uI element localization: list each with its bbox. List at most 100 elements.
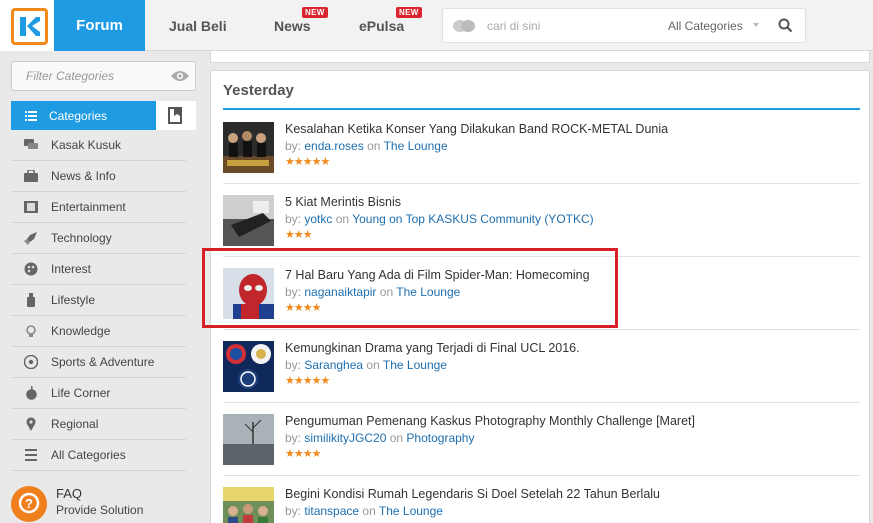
thread-forum-link[interactable]: Photography <box>406 431 474 445</box>
meta-by: by: <box>285 358 302 372</box>
bulb-icon <box>23 324 39 338</box>
thread-meta: by: yotkc on Young on Top KASKUS Communi… <box>285 212 594 226</box>
meta-on: on <box>366 358 380 372</box>
top-navbar: Forum Jual Beli News NEW ePulsa NEW All … <box>0 0 873 51</box>
thread-row[interactable]: Pengumuman Pemenang Kaskus Photography M… <box>223 403 860 476</box>
sidebar-item-label: Life Corner <box>51 386 111 400</box>
search-bar: All Categories <box>442 8 806 43</box>
thread-thumbnail[interactable] <box>223 487 274 523</box>
thread-author-link[interactable]: Saranghea <box>304 358 363 372</box>
sidebar-item-label: Entertainment <box>51 200 126 214</box>
faq-title: FAQ <box>56 486 83 501</box>
sidebar-item-news-info[interactable]: News & Info <box>11 161 186 192</box>
thread-title[interactable]: Kemungkinan Drama yang Terjadi di Final … <box>285 341 580 355</box>
thread-title[interactable]: Begini Kondisi Rumah Legendaris Si Doel … <box>285 487 660 501</box>
search-category-select[interactable]: All Categories <box>668 9 743 42</box>
thread-forum-link[interactable]: The Lounge <box>379 504 443 518</box>
sidebar-item-entertainment[interactable]: Entertainment <box>11 192 186 223</box>
faq-link[interactable]: ? FAQ Provide Solution <box>11 484 201 523</box>
thread-author-link[interactable]: titanspace <box>304 504 359 518</box>
sidebar-item-label: Sports & Adventure <box>51 355 155 369</box>
ball-icon <box>23 355 39 369</box>
thread-meta: by: similikityJGC20 on Photography <box>285 431 474 445</box>
thread-forum-link[interactable]: The Lounge <box>383 358 447 372</box>
meta-on: on <box>389 431 404 445</box>
thread-thumbnail[interactable] <box>223 195 274 246</box>
main-top-strip <box>210 51 870 63</box>
thread-author-link[interactable]: yotkc <box>304 212 332 226</box>
rocket-icon <box>23 231 39 245</box>
logo-icon <box>11 8 48 45</box>
nav-forum[interactable]: Forum <box>54 0 145 51</box>
faq-subtitle: Provide Solution <box>56 503 144 517</box>
thread-title[interactable]: 5 Kiat Merintis Bisnis <box>285 195 401 209</box>
thread-row[interactable]: 5 Kiat Merintis Bisnis by: yotkc on Youn… <box>223 184 860 257</box>
thread-row[interactable]: Kemungkinan Drama yang Terjadi di Final … <box>223 330 860 403</box>
filter-categories-box <box>11 61 196 91</box>
thread-thumbnail[interactable] <box>223 341 274 392</box>
sidebar-item-all-categories[interactable]: All Categories <box>11 440 186 471</box>
sidebar-item-label: Technology <box>51 231 112 245</box>
sidebar-item-interest[interactable]: Interest <box>11 254 186 285</box>
nav-forum-label: Forum <box>76 17 123 34</box>
thread-author-link[interactable]: enda.roses <box>304 139 363 153</box>
sidebar-item-label: All Categories <box>51 448 126 462</box>
list-icon <box>25 110 37 121</box>
sidebar-item-label: Regional <box>51 417 99 431</box>
list-icon <box>23 448 39 462</box>
rating-stars: ★★★★★ <box>285 156 330 168</box>
tab-categories-label: Categories <box>49 108 108 123</box>
sidebar-item-knowledge[interactable]: Knowledge <box>11 316 186 347</box>
sidebar-item-kasak-kusuk[interactable]: Kasak Kusuk <box>11 130 186 161</box>
pin-icon <box>23 417 39 431</box>
rating-stars: ★★★★★ <box>285 375 330 387</box>
thread-forum-link[interactable]: Young on Top KASKUS Community (YOTKC) <box>352 212 593 226</box>
sidebar-item-sports-adventure[interactable]: Sports & Adventure <box>11 347 186 378</box>
bottle-icon <box>23 293 39 307</box>
rating-stars: ★★★ <box>285 229 313 241</box>
sidebar-item-regional[interactable]: Regional <box>11 409 186 440</box>
highlight-box <box>202 248 618 328</box>
thread-title[interactable]: Pengumuman Pemenang Kaskus Photography M… <box>285 414 695 428</box>
sidebar-item-label: Lifestyle <box>51 293 96 307</box>
bookmark-icon[interactable] <box>168 107 184 129</box>
search-input[interactable] <box>487 9 657 42</box>
meta-by: by: <box>285 139 302 153</box>
briefcase-icon <box>23 169 39 183</box>
section-divider <box>223 108 860 110</box>
apple-icon <box>23 386 39 400</box>
tab-categories[interactable]: Categories <box>11 101 156 130</box>
filter-categories-input[interactable] <box>12 62 162 90</box>
chat-icon <box>23 138 39 152</box>
thread-title[interactable]: Kesalahan Ketika Konser Yang Dilakukan B… <box>285 122 668 136</box>
chevron-down-icon <box>753 23 759 27</box>
sidebar-item-lifestyle[interactable]: Lifestyle <box>11 285 186 316</box>
thread-thumbnail[interactable] <box>223 414 274 465</box>
epulsa-new-badge: NEW <box>396 7 422 18</box>
sidebar-item-label: Kasak Kusuk <box>51 138 122 152</box>
news-new-badge: NEW <box>302 7 328 18</box>
thread-author-link[interactable]: similikityJGC20 <box>304 431 386 445</box>
eye-icon[interactable] <box>170 68 190 89</box>
thread-row[interactable]: Begini Kondisi Rumah Legendaris Si Doel … <box>223 476 860 523</box>
search-icon[interactable] <box>778 18 793 38</box>
nav-news-label: News <box>274 17 311 34</box>
chat-bubble-icon[interactable] <box>453 19 475 38</box>
thread-forum-link[interactable]: The Lounge <box>384 139 448 153</box>
question-icon: ? <box>11 486 47 522</box>
nav-jual-beli-label: Jual Beli <box>169 17 227 34</box>
meta-by: by: <box>285 504 302 518</box>
palette-icon <box>23 262 39 276</box>
thread-meta: by: titanspace on The Lounge <box>285 504 443 518</box>
sidebar-item-life-corner[interactable]: Life Corner <box>11 378 186 409</box>
meta-on: on <box>335 212 350 226</box>
meta-by: by: <box>285 212 302 226</box>
kaskus-logo[interactable] <box>0 0 54 51</box>
thread-thumbnail[interactable] <box>223 122 274 173</box>
thread-row[interactable]: Kesalahan Ketika Konser Yang Dilakukan B… <box>223 111 860 184</box>
nav-jual-beli[interactable]: Jual Beli <box>169 0 227 51</box>
meta-on: on <box>367 139 381 153</box>
svg-text:?: ? <box>25 496 33 511</box>
sidebar-item-label: Knowledge <box>51 324 111 338</box>
sidebar-item-technology[interactable]: Technology <box>11 223 186 254</box>
